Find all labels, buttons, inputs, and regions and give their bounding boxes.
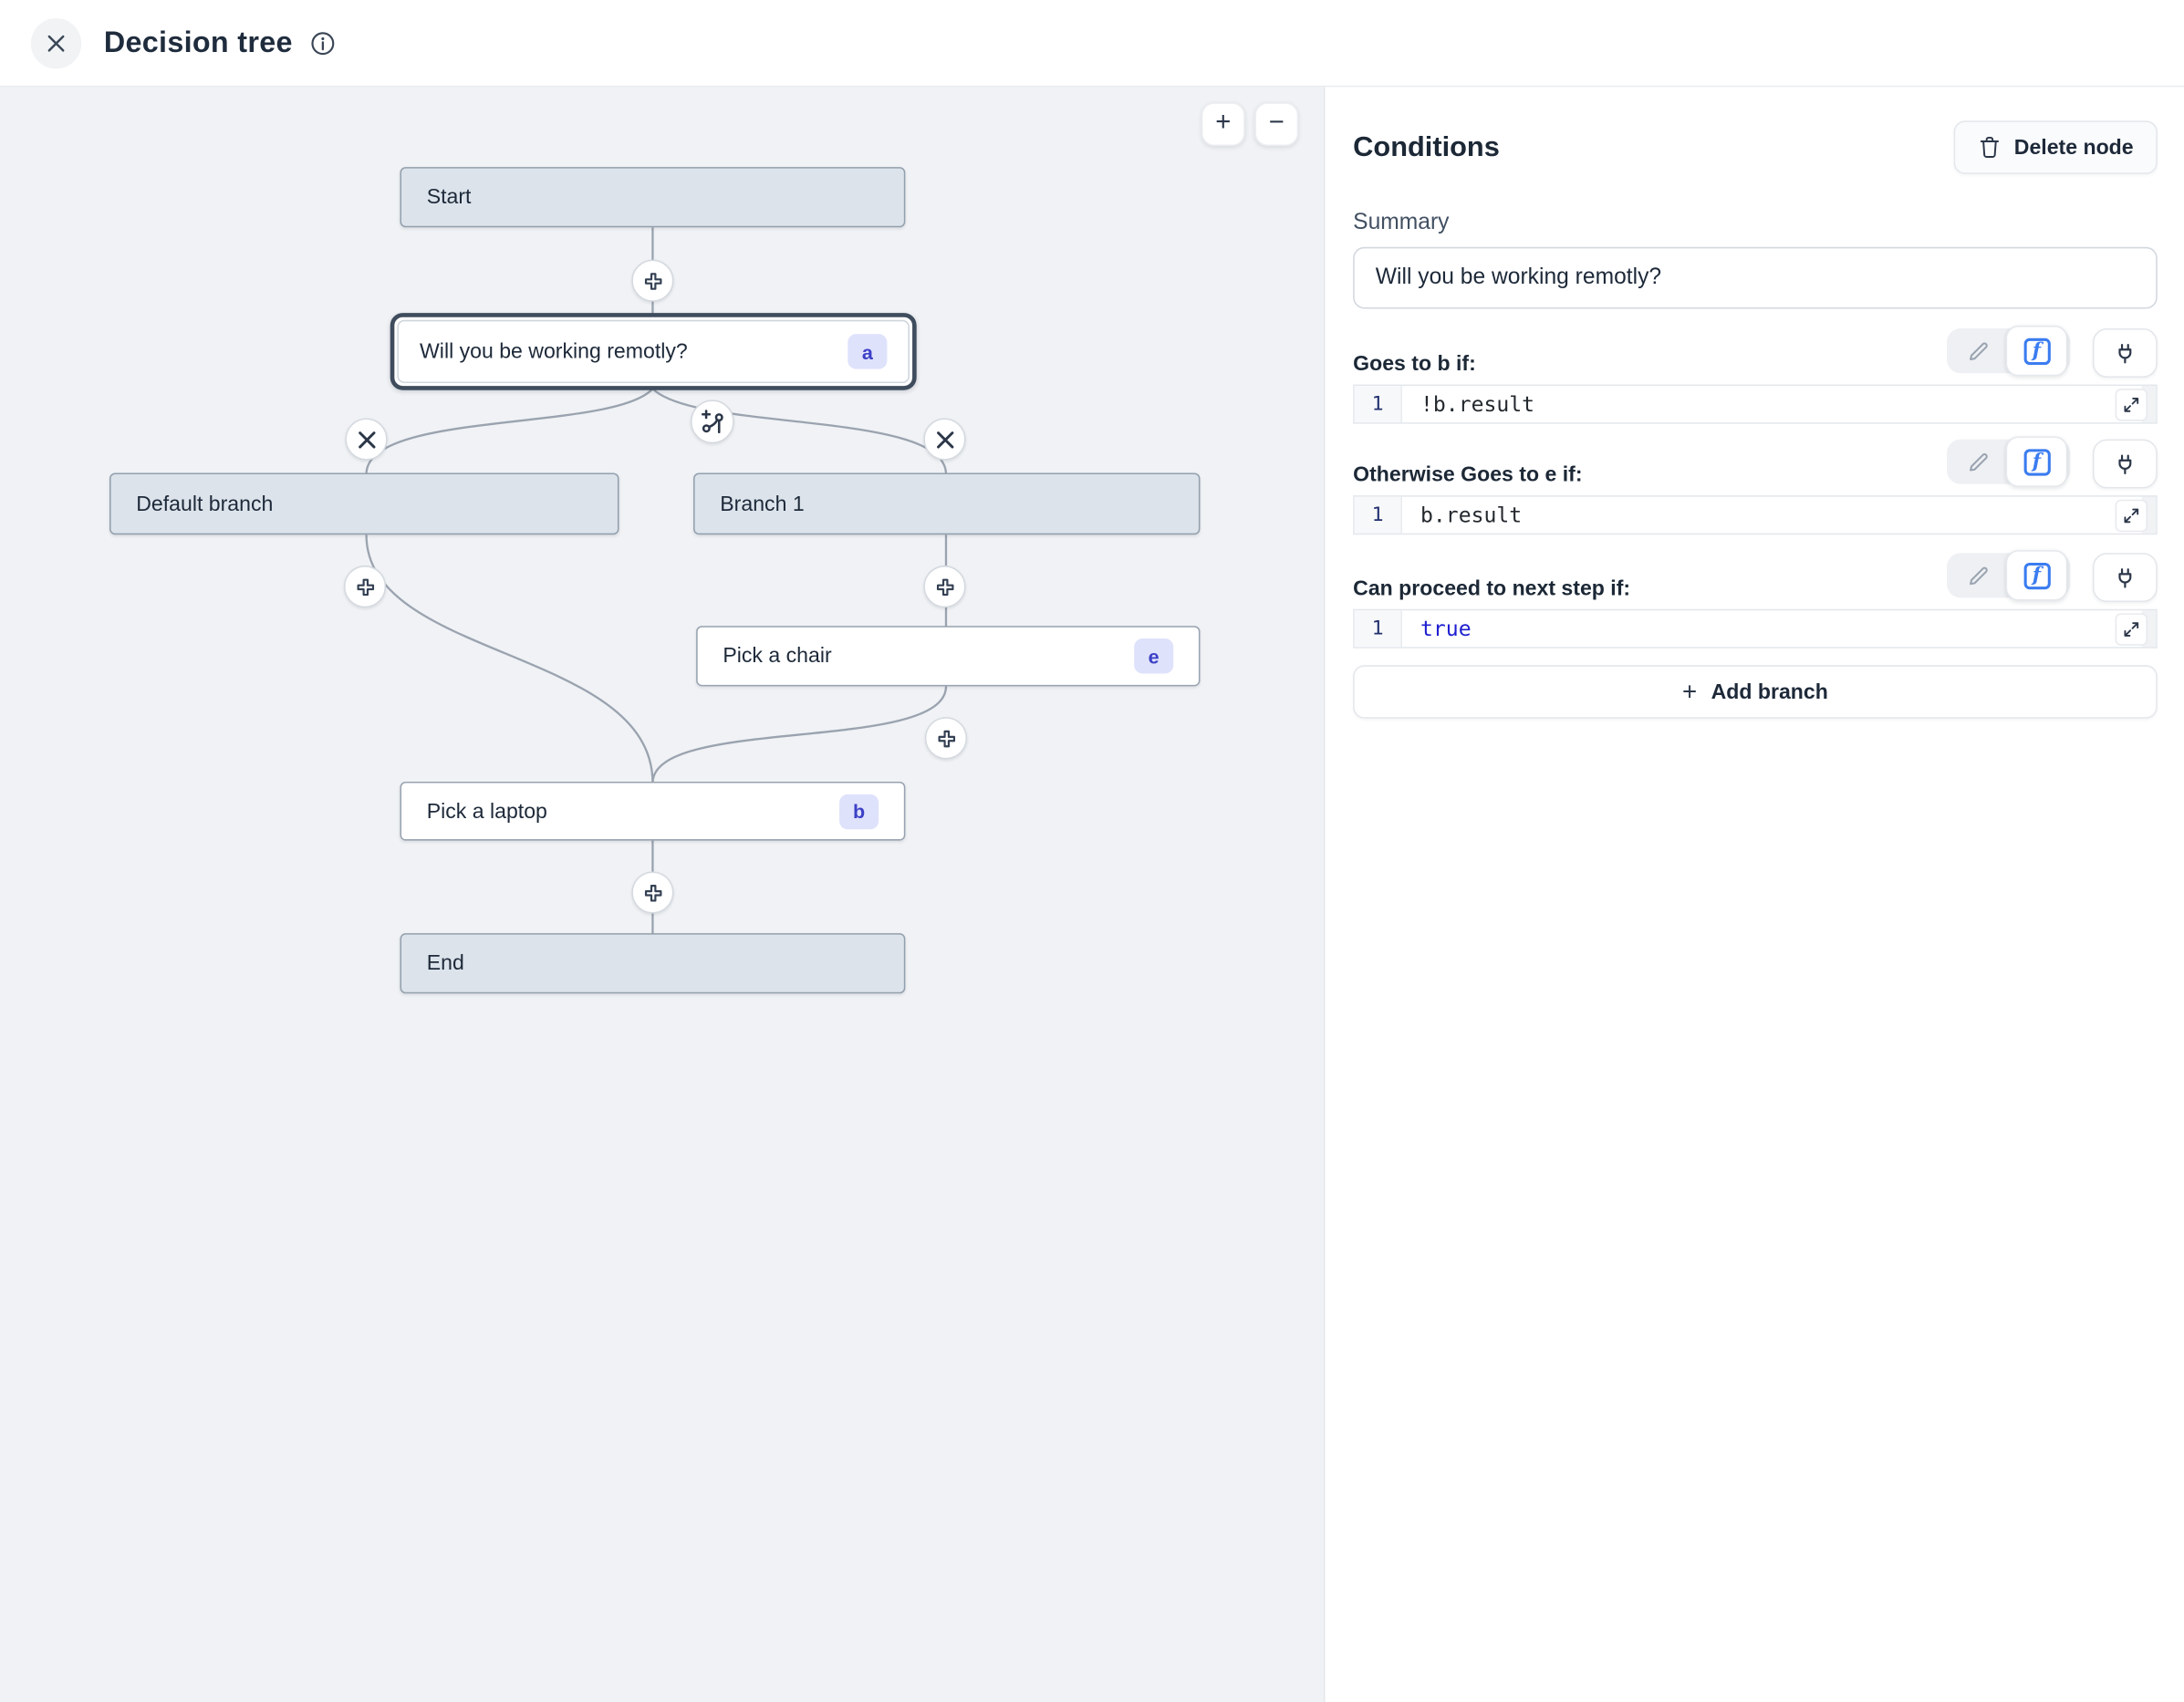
zoom-out-button[interactable]: − [1254, 102, 1298, 146]
node-branch-1[interactable]: Branch 1 [693, 472, 1200, 534]
summary-input[interactable] [1353, 247, 2158, 309]
plug-icon [2111, 564, 2139, 592]
plus-icon [640, 269, 664, 293]
header: Decision tree [0, 0, 2184, 87]
node-end[interactable]: End [400, 933, 905, 993]
function-icon: f [2023, 337, 2050, 364]
node-pick-laptop[interactable]: Pick a laptop b [400, 782, 905, 841]
node-label: Default branch [136, 492, 592, 515]
line-number: 1 [1355, 610, 1402, 647]
add-step-button[interactable] [925, 717, 967, 759]
node-badge: b [839, 794, 879, 828]
add-step-button[interactable] [631, 871, 673, 913]
expand-editor-button[interactable] [2116, 389, 2148, 420]
node-pick-chair[interactable]: Pick a chair e [696, 626, 1200, 686]
remove-branch-button[interactable] [923, 418, 965, 460]
plug-icon [2111, 450, 2139, 478]
condition-label: Can proceed to next step if: [1353, 576, 1630, 600]
plus-icon [353, 575, 377, 598]
edit-mode-button[interactable] [1950, 328, 2006, 373]
expand-editor-button[interactable] [2116, 500, 2148, 532]
node-label: Will you be working remotly? [420, 339, 848, 363]
connect-button[interactable] [2093, 328, 2158, 378]
node-label: Pick a laptop [427, 799, 839, 823]
condition-label: Otherwise Goes to e if: [1353, 463, 1582, 487]
function-icon: f [2023, 562, 2050, 588]
code-text: true [1402, 610, 1472, 647]
close-button[interactable] [31, 17, 81, 67]
line-number: 1 [1355, 497, 1402, 534]
zoom-in-button[interactable]: + [1201, 102, 1245, 146]
code-editor[interactable]: 1 true [1353, 609, 2158, 649]
connect-button[interactable] [2093, 553, 2158, 602]
node-badge: a [848, 334, 887, 368]
pencil-icon [1964, 337, 1991, 364]
add-branch-port[interactable] [691, 400, 734, 443]
condition-label: Goes to b if: [1353, 352, 1476, 376]
code-editor[interactable]: 1 !b.result [1353, 385, 2158, 424]
connect-button[interactable] [2093, 440, 2158, 489]
editor-mode-toggle: f [1947, 440, 2070, 484]
condition-block: Otherwise Goes to e if: f [1353, 440, 2158, 535]
x-icon [358, 431, 376, 449]
condition-block: Can proceed to next step if: f [1353, 553, 2158, 649]
code-editor[interactable]: 1 b.result [1353, 495, 2158, 534]
delete-node-label: Delete node [2014, 135, 2134, 159]
code-mode-button[interactable]: f [2006, 550, 2068, 600]
remove-branch-button[interactable] [345, 418, 387, 460]
node-question-selected[interactable]: Will you be working remotly? a [390, 313, 917, 390]
add-step-button[interactable] [631, 260, 673, 302]
trash-icon [1978, 135, 2002, 161]
condition-block: Goes to b if: f [1353, 328, 2158, 424]
node-badge: e [1134, 638, 1173, 673]
page-title: Decision tree [104, 26, 293, 59]
node-start[interactable]: Start [400, 167, 905, 227]
expand-icon [2122, 396, 2140, 414]
pencil-icon [1964, 449, 1991, 475]
plus-icon [934, 726, 958, 750]
edit-mode-button[interactable] [1950, 553, 2006, 597]
decision-tree-editor: Decision tree + − Start Will [0, 0, 2184, 1702]
panel-title: Conditions [1353, 131, 1500, 163]
close-icon [45, 32, 68, 55]
plus-icon [640, 880, 664, 904]
function-icon: f [2023, 449, 2050, 475]
expand-editor-button[interactable] [2116, 613, 2148, 645]
add-branch-icon [698, 407, 727, 436]
x-icon [935, 431, 953, 449]
edit-mode-button[interactable] [1950, 440, 2006, 484]
editor-mode-toggle: f [1947, 553, 2070, 597]
node-default-branch[interactable]: Default branch [109, 472, 619, 534]
line-number: 1 [1355, 386, 1402, 422]
code-mode-button[interactable]: f [2006, 436, 2068, 486]
flow-connectors [0, 0, 1324, 1702]
add-step-button[interactable] [923, 566, 965, 607]
summary-label: Summary [1353, 211, 2158, 236]
conditions-panel: Conditions Delete node Summary Goes to b… [1324, 87, 2184, 1702]
plug-icon [2111, 339, 2139, 368]
node-label: Pick a chair [723, 644, 1134, 668]
info-icon[interactable] [309, 30, 335, 56]
add-step-button[interactable] [344, 566, 386, 607]
add-branch-button[interactable]: + Add branch [1353, 665, 2158, 718]
expand-icon [2122, 620, 2140, 638]
node-label: End [427, 951, 879, 975]
code-text: !b.result [1402, 386, 1534, 422]
code-mode-button[interactable]: f [2006, 326, 2068, 376]
plus-icon [932, 575, 956, 598]
node-label: Start [427, 185, 879, 209]
editor-mode-toggle: f [1947, 328, 2070, 373]
delete-node-button[interactable]: Delete node [1954, 120, 2158, 173]
add-branch-label: Add branch [1711, 680, 1828, 703]
plus-icon: + [1682, 677, 1697, 706]
node-label: Branch 1 [720, 492, 1173, 515]
code-text: b.result [1402, 497, 1522, 534]
expand-icon [2122, 506, 2140, 524]
pencil-icon [1964, 562, 1991, 588]
